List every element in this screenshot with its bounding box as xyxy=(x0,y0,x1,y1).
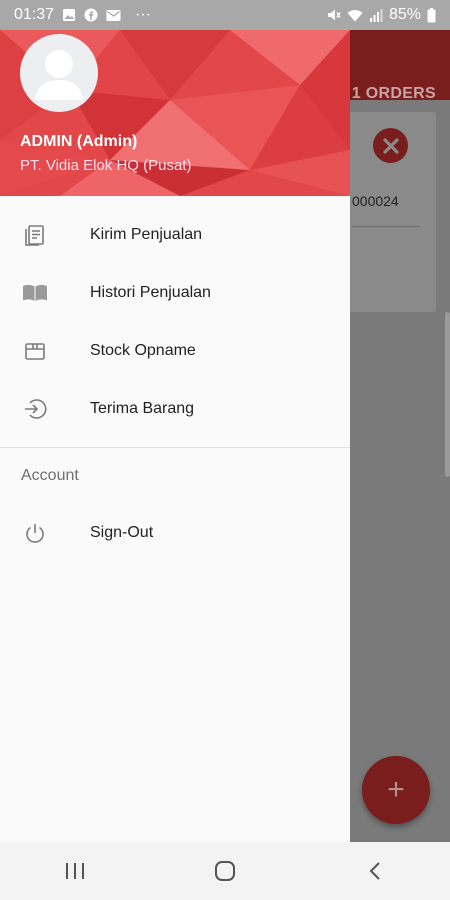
scrollbar[interactable] xyxy=(445,312,450,477)
menu-item-histori-penjualan[interactable]: Histori Penjualan xyxy=(0,264,350,322)
navigation-drawer: ADMIN (Admin) PT. Vidia Elok HQ (Pusat) … xyxy=(0,30,350,842)
box-icon xyxy=(21,337,49,365)
drawer-header: ADMIN (Admin) PT. Vidia Elok HQ (Pusat) xyxy=(0,30,350,196)
mail-icon xyxy=(106,9,121,22)
menu-item-label: Stock Opname xyxy=(90,342,196,359)
system-navigation-bar xyxy=(0,842,450,900)
account-section-header: Account xyxy=(21,467,79,484)
book-icon xyxy=(21,279,49,307)
menu-item-label: Sign-Out xyxy=(90,524,154,541)
home-icon xyxy=(215,861,235,881)
wifi-icon xyxy=(347,9,363,22)
mute-icon xyxy=(327,8,341,22)
add-order-button[interactable]: + xyxy=(362,756,430,824)
menu-item-label: Histori Penjualan xyxy=(90,284,211,301)
image-icon xyxy=(62,8,76,22)
status-bar: 01:37 ··· 85% xyxy=(0,0,450,30)
back-button[interactable] xyxy=(345,851,405,891)
menu-item-label: Kirim Penjualan xyxy=(90,226,203,243)
divider xyxy=(352,226,420,227)
order-code: 000024 xyxy=(352,193,399,209)
company-name: PT. Vidia Elok HQ (Pusat) xyxy=(20,157,192,174)
menu-item-label: Terima Barang xyxy=(90,400,195,417)
more-notifications-icon: ··· xyxy=(135,6,152,23)
menu-item-terima-barang[interactable]: Terima Barang xyxy=(0,380,350,438)
facebook-icon xyxy=(84,8,98,22)
clock: 01:37 xyxy=(14,6,55,23)
orders-tab[interactable]: 1 ORDERS xyxy=(352,85,436,103)
recent-apps-button[interactable] xyxy=(45,851,105,891)
battery-icon xyxy=(427,7,436,23)
battery-percent: 85% xyxy=(388,6,421,23)
power-icon xyxy=(21,519,49,547)
recent-apps-icon xyxy=(66,863,84,879)
main-menu: Kirim Penjualan Histori Penjualan Stock … xyxy=(0,196,350,438)
user-name: ADMIN (Admin) xyxy=(20,133,138,150)
document-icon xyxy=(21,221,49,249)
plus-icon: + xyxy=(387,773,405,806)
account-menu: Sign-Out xyxy=(0,504,350,562)
home-button[interactable] xyxy=(195,851,255,891)
menu-item-stock-opname[interactable]: Stock Opname xyxy=(0,322,350,380)
signal-icon xyxy=(369,8,383,22)
avatar[interactable] xyxy=(20,34,98,112)
menu-item-sign-out[interactable]: Sign-Out xyxy=(0,504,350,562)
menu-item-kirim-penjualan[interactable]: Kirim Penjualan xyxy=(0,206,350,264)
back-icon xyxy=(369,862,380,880)
cancel-icon[interactable] xyxy=(373,128,408,163)
user-icon xyxy=(35,50,83,100)
login-arrow-icon xyxy=(21,395,49,423)
